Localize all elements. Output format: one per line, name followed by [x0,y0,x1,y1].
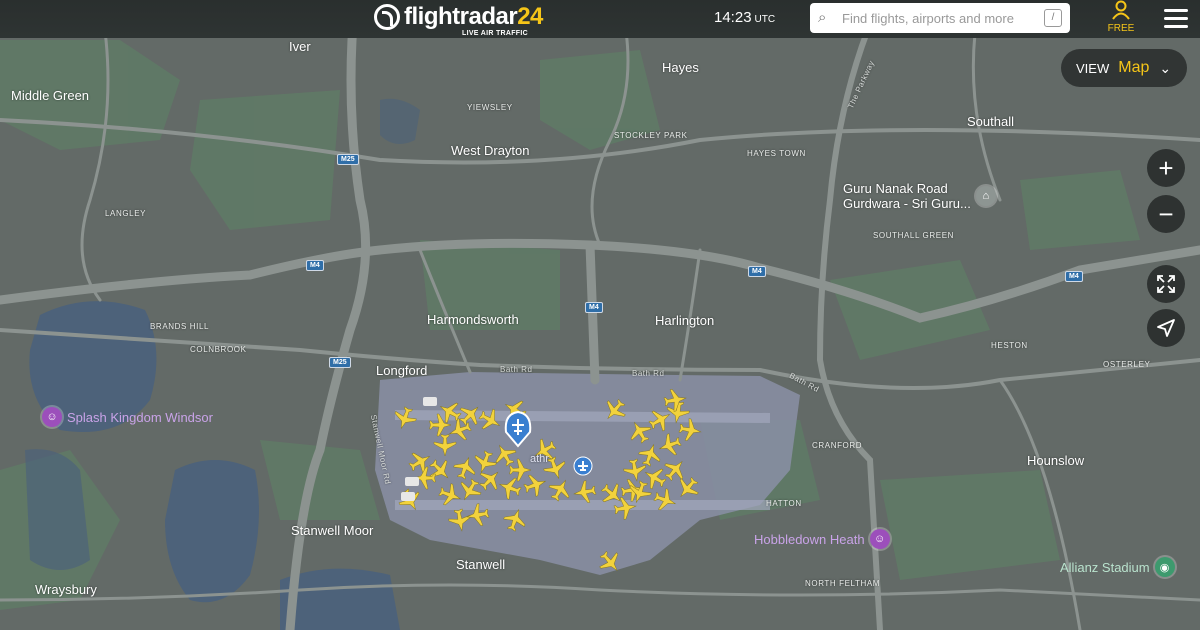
place-of-worship-icon: ⌂ [975,186,996,206]
locate-me-button[interactable] [1147,309,1185,347]
view-label: VIEW [1076,60,1110,76]
chevron-down-icon: ⌄ [1159,59,1172,76]
search-box[interactable]: ⌕ / [810,3,1070,33]
poi-splash-kingdom[interactable]: ☺ Splash Kingdom Windsor [42,407,213,427]
place-label: SOUTHALL GREEN [873,231,955,240]
road-shield-m4: M4 [585,302,603,313]
top-bar: flightradar24 LIVE AIR TRAFFIC 14:23 UTC … [0,0,1200,38]
account-label: FREE [1107,23,1135,34]
radar-logo-icon [374,4,400,30]
navigation-arrow-icon [1157,319,1175,337]
search-input[interactable] [840,9,1044,27]
place-label: COLNBROOK [190,345,247,354]
poi-hobbledown[interactable]: Hobbledown Heath ☺ [754,529,890,549]
poi-label: Guru Nanak Road Gurdwara - Sri Guru... [843,181,971,211]
view-value: Map [1118,59,1150,76]
place-label: Iver [289,39,311,54]
plus-icon: + [1158,153,1174,183]
map[interactable] [0,0,1200,630]
expand-icon [1157,275,1175,293]
ground-vehicle-icon[interactable] [423,397,437,406]
zoom-out-button[interactable]: − [1147,195,1185,233]
place-label: OSTERLEY [1103,360,1151,369]
poi-label: Splash Kingdom Windsor [67,409,213,425]
hamburger-menu-icon[interactable] [1164,9,1188,29]
account-button[interactable]: FREE [1106,0,1136,36]
clock-time: 14:23 [714,9,752,26]
road-label: Bath Rd [632,369,665,378]
logo-number: 24 [517,3,543,30]
road-shield-m25: M25 [329,357,351,368]
road-label: Bath Rd [500,365,533,374]
ground-vehicle-icon[interactable] [405,477,419,486]
place-label: Middle Green [11,88,90,103]
zoom-in-button[interactable]: + [1147,149,1185,187]
place-label: Hayes [662,60,699,75]
stadium-icon: ◉ [1154,557,1175,577]
place-label: Wraysbury [35,582,97,597]
place-label: Harmondsworth [427,312,519,327]
attraction-icon: ☺ [42,407,62,427]
place-label: STOCKLEY PARK [614,131,688,140]
search-shortcut-key: / [1044,9,1062,27]
place-label: Harlington [655,313,715,328]
logo-wordmark: flightradar24 [404,2,543,32]
place-label: HESTON [991,341,1028,350]
logo-text: flightradar [404,3,518,30]
place-label: LANGLEY [105,209,147,218]
utc-clock: 14:23 UTC [714,9,775,26]
minus-icon: − [1158,199,1174,229]
place-label: Stanwell [456,557,506,572]
logo-tagline: LIVE AIR TRAFFIC [462,30,528,37]
clock-timezone: UTC [754,14,776,25]
airport-icon[interactable] [573,456,593,476]
road-shield-m4: M4 [748,266,766,277]
place-label: Longford [376,363,428,378]
place-label: NORTH FELTHAM [805,579,881,588]
fullscreen-button[interactable] [1147,265,1185,303]
place-label: Stanwell Moor [291,523,374,538]
place-label: West Drayton [451,143,530,158]
place-label: HAYES TOWN [747,149,806,158]
search-icon: ⌕ [818,9,827,26]
place-label: BRANDS HILL [150,322,210,331]
user-icon [1112,0,1130,20]
road-shield-m4: M4 [1065,271,1083,282]
poi-label: Hobbledown Heath [754,531,865,547]
airport-label: athr [530,453,549,465]
place-label: Hounslow [1027,453,1085,468]
ground-vehicle-icon[interactable] [401,492,415,501]
poi-allianz-stadium[interactable]: Allianz Stadium ◉ [1060,557,1175,577]
attraction-icon: ☺ [869,529,890,549]
place-label: Southall [967,114,1014,129]
place-label: YIEWSLEY [467,103,513,112]
road-shield-m25: M25 [337,154,359,165]
road-shield-m4: M4 [306,260,324,271]
poi-gurdwara[interactable]: Guru Nanak Road Gurdwara - Sri Guru... ⌂ [843,181,996,211]
place-label: CRANFORD [812,441,863,450]
view-selector[interactable]: VIEW Map ⌄ [1061,49,1187,87]
place-label: HATTON [766,499,802,508]
flightradar-logo[interactable]: flightradar24 LIVE AIR TRAFFIC [374,2,543,37]
poi-label: Allianz Stadium [1060,559,1150,575]
